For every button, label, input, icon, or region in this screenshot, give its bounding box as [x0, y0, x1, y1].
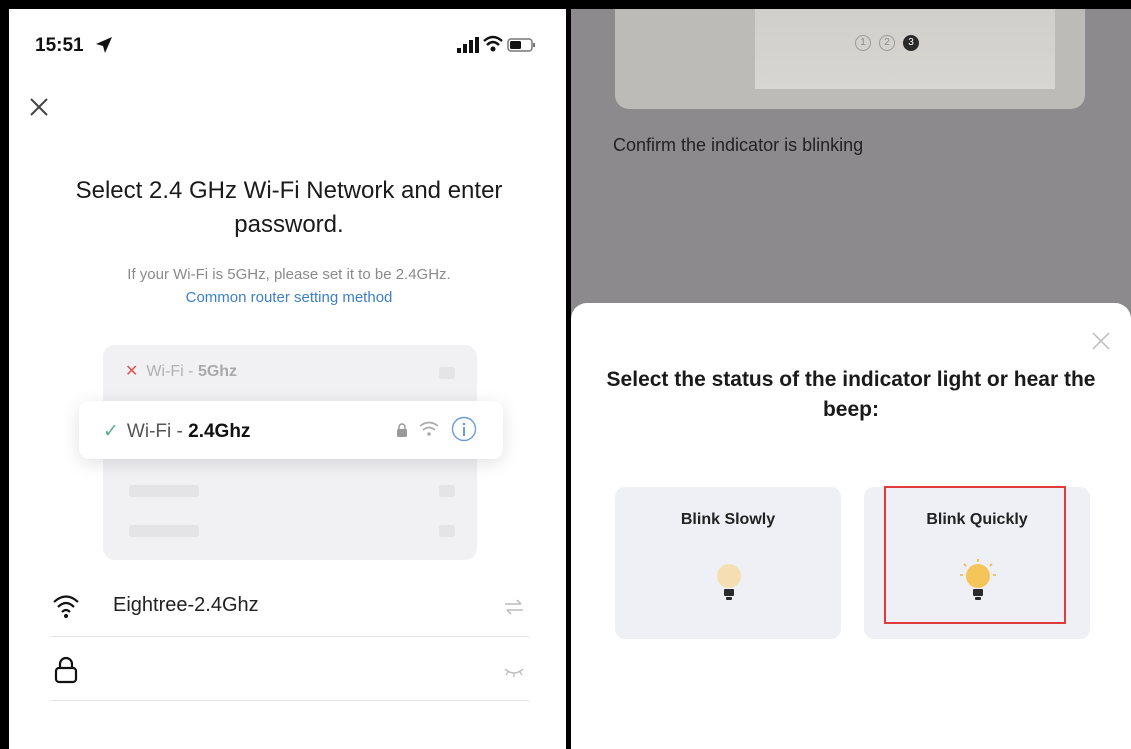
step-indicator: 1 2 3 [855, 35, 919, 51]
illustration-24ghz-prefix: Wi-Fi - [126, 421, 189, 442]
placeholder-bar [129, 485, 199, 497]
hint-text: If your Wi-Fi is 5GHz, please set it to … [127, 266, 451, 283]
close-icon[interactable] [27, 95, 51, 119]
illustration-24ghz-band: 2.4Ghz [188, 421, 251, 442]
placeholder-icon [439, 525, 455, 537]
ssid-value[interactable]: Eightree-2.4Ghz [113, 594, 259, 617]
check-icon: ✓ [103, 421, 119, 442]
illustration-5ghz-prefix: Wi-Fi - [146, 363, 198, 380]
wifi-icon [53, 595, 79, 618]
password-field[interactable] [51, 639, 529, 701]
placeholder-icon [439, 367, 455, 379]
ssid-field[interactable]: Eightree-2.4Ghz [51, 575, 529, 637]
page-title: Select 2.4 GHz Wi-Fi Network and enter p… [75, 177, 503, 238]
status-bar: 15:51 [9, 9, 566, 69]
switch-icon[interactable] [503, 599, 525, 615]
bulb-icon [717, 564, 741, 600]
info-icon [451, 416, 477, 442]
sheet-title: Select the status of the indicator light… [606, 368, 1096, 421]
placeholder-icon [439, 485, 455, 497]
lock-icon [397, 423, 407, 437]
eye-closed-icon[interactable] [503, 663, 525, 679]
blink-slowly-label: Blink Slowly [680, 511, 776, 528]
device-image: 1 2 3 [615, 9, 1085, 109]
selection-highlight-box [884, 486, 1066, 624]
router-setting-link[interactable]: Common router setting method [49, 289, 529, 306]
step-dot: 1 [855, 35, 871, 51]
confirm-text: Confirm the indicator is blinking [613, 135, 864, 155]
blink-slowly-option[interactable]: Blink Slowly [615, 487, 841, 639]
location-arrow-icon [96, 37, 112, 53]
indicator-confirm-screen: 1 2 3 Confirm the indicator is blinking … [571, 9, 1131, 749]
wifi-icon [419, 421, 439, 436]
illustration-24ghz-card: ✓ Wi-Fi - 2.4Ghz [79, 401, 503, 459]
placeholder-bar [129, 525, 199, 537]
step-dot: 2 [879, 35, 895, 51]
step-dot-active: 3 [903, 35, 919, 51]
lock-icon [54, 656, 78, 684]
illustration-5ghz-row: ✕ Wi-Fi - 5Ghz [125, 361, 237, 381]
illustration-5ghz-band: 5Ghz [197, 363, 238, 380]
password-input[interactable] [113, 653, 493, 687]
illustration-24ghz-label: ✓ Wi-Fi - 2.4Ghz [103, 420, 250, 443]
battery-icon [507, 38, 535, 52]
close-icon[interactable] [1091, 331, 1111, 351]
signal-icon [457, 37, 479, 53]
x-mark-icon: ✕ [125, 363, 139, 380]
wifi-setup-screen: 15:51 Select 2.4 GHz Wi-Fi Network and e… [9, 9, 566, 749]
wifi-icon [483, 35, 503, 52]
status-time: 15:51 [35, 35, 84, 56]
